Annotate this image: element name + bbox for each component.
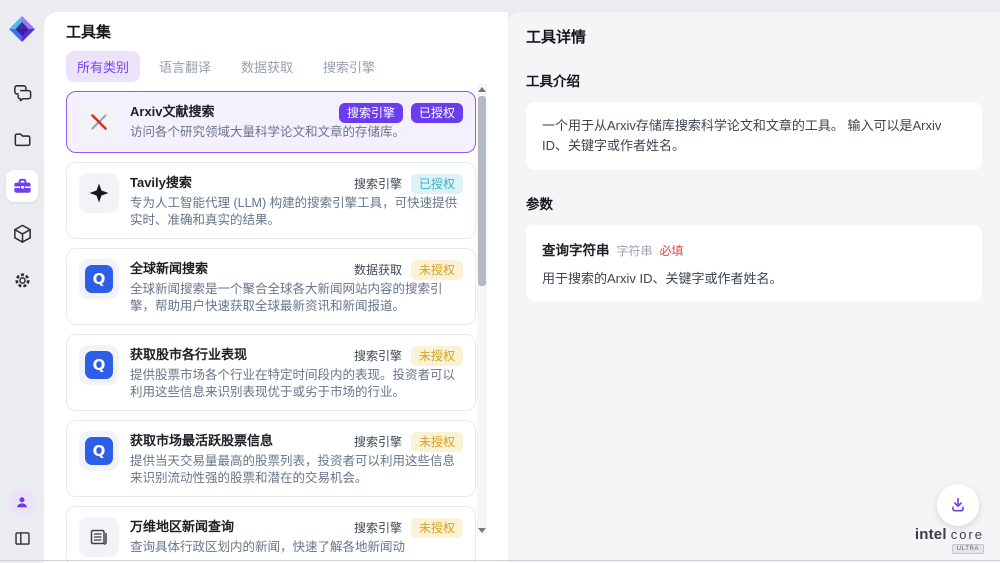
tool-description: 专为人工智能代理 (LLM) 构建的搜索引擎工具，可快速提供实时、准确和真实的结… (130, 195, 463, 228)
tool-description: 查询具体行政区划内的新闻，快速了解各地新闻动 (130, 539, 463, 556)
panel-toggle-icon (13, 529, 32, 548)
sidebar-item-files[interactable] (6, 123, 38, 155)
tab-data-fetch[interactable]: 数据获取 (230, 51, 304, 82)
param-type: 字符串 (617, 242, 653, 259)
tool-badges: 搜索引擎 已授权 (353, 174, 463, 194)
intel-wordmark: intel (915, 526, 947, 543)
params-heading: 参数 (526, 193, 982, 213)
sidebar-item-settings[interactable] (6, 264, 38, 296)
sidebar-item-packages[interactable] (6, 217, 38, 249)
scroll-up-arrow-icon[interactable] (478, 87, 486, 92)
detail-title: 工具详情 (526, 26, 982, 47)
tool-card-regional-news[interactable]: 万维地区新闻查询 查询具体行政区划内的新闻，快速了解各地新闻动 搜索引擎 未授权 (66, 506, 476, 563)
category-badge: 搜索引擎 (353, 432, 403, 452)
intro-card: 一个用于从Arxiv存储库搜索科学论文和文章的工具。 输入可以是Arxiv ID… (526, 102, 982, 170)
param-name: 查询字符串 (542, 239, 610, 259)
tool-badges: 搜索引擎 未授权 (353, 518, 463, 538)
tool-description: 提供当天交易量最高的股票列表，投资者可以利用这些信息来识别流动性强的股票和潜在的… (130, 453, 463, 486)
tool-card-most-active-stocks[interactable]: Q 获取市场最活跃股票信息 提供当天交易量最高的股票列表，投资者可以利用这些信息… (66, 420, 476, 497)
sidebar-item-toolbox[interactable] (6, 170, 38, 202)
param-card: 查询字符串 字符串 必填 用于搜索的Arxiv ID、关键字或作者姓名。 (526, 225, 982, 301)
q-search-icon: Q (79, 431, 119, 471)
q-search-icon: Q (79, 345, 119, 385)
arxiv-x-icon (79, 102, 119, 142)
tool-card-sector-performance[interactable]: Q 获取股市各行业表现 提供股票市场各个行业在特定时间段内的表现。投资者可以利用… (66, 334, 476, 411)
category-badge: 搜索引擎 (353, 174, 403, 194)
sidebar-nav (6, 76, 38, 296)
auth-status-badge: 未授权 (411, 346, 463, 366)
tool-badges: 数据获取 未授权 (353, 260, 463, 280)
intel-core-logo: intel core ultra (915, 526, 984, 554)
tool-list-panel: 工具集 所有类别 语言翻译 数据获取 搜索引擎 A (44, 12, 508, 563)
sidebar (0, 0, 44, 563)
auth-status-badge: 已授权 (411, 103, 463, 123)
sidebar-bottom (9, 489, 35, 551)
tool-detail-panel: 工具详情 工具介绍 一个用于从Arxiv存储库搜索科学论文和文章的工具。 输入可… (508, 12, 1000, 563)
download-icon (948, 495, 968, 515)
tool-card-global-news[interactable]: Q 全球新闻搜索 全球新闻搜索是一个聚合全球各大新闻网站内容的搜索引擎，帮助用户… (66, 248, 476, 325)
scroll-down-arrow-icon[interactable] (478, 528, 486, 533)
app-window: 工具集 所有类别 语言翻译 数据获取 搜索引擎 A (0, 0, 1000, 563)
intro-heading: 工具介绍 (526, 70, 982, 90)
param-required-flag: 必填 (660, 242, 684, 259)
intro-text: 一个用于从Arxiv存储库搜索科学论文和文章的工具。 输入可以是Arxiv ID… (542, 116, 966, 156)
tool-description: 提供股票市场各个行业在特定时间段内的表现。投资者可以利用这些信息来识别表现优于或… (130, 367, 463, 400)
window-bottom-edge (0, 560, 1000, 561)
category-badge: 数据获取 (353, 260, 403, 280)
category-badge: 搜索引擎 (353, 346, 403, 366)
ultra-badge: ultra (952, 544, 984, 554)
category-badge: 搜索引擎 (353, 518, 403, 538)
download-button[interactable] (937, 484, 979, 526)
tool-description: 访问各个研究领域大量科学论文和文章的存储库。 (130, 124, 463, 141)
chat-icon (12, 82, 33, 103)
auth-status-badge: 未授权 (411, 518, 463, 538)
tab-all-categories[interactable]: 所有类别 (66, 51, 140, 82)
tab-language-translation[interactable]: 语言翻译 (148, 51, 222, 82)
tool-description: 全球新闻搜索是一个聚合全球各大新闻网站内容的搜索引擎，帮助用户快速获取全球最新资… (130, 281, 463, 314)
q-search-icon: Q (79, 259, 119, 299)
tool-badges: 搜索引擎 未授权 (353, 432, 463, 452)
toolbox-icon (12, 176, 33, 197)
param-description: 用于搜索的Arxiv ID、关键字或作者姓名。 (542, 268, 966, 287)
tool-card-list: Arxiv文献搜索 访问各个研究领域大量科学论文和文章的存储库。 搜索引擎 已授… (66, 91, 476, 563)
tab-search-engine[interactable]: 搜索引擎 (312, 51, 386, 82)
tool-card-arxiv[interactable]: Arxiv文献搜索 访问各个研究领域大量科学论文和文章的存储库。 搜索引擎 已授… (66, 91, 476, 153)
folder-icon (12, 129, 33, 150)
sidebar-item-chat[interactable] (6, 76, 38, 108)
auth-status-badge: 已授权 (411, 174, 463, 194)
auth-status-badge: 未授权 (411, 432, 463, 452)
user-avatar-icon (13, 493, 31, 511)
app-logo-icon (7, 14, 37, 44)
list-scrollbar[interactable] (477, 84, 487, 536)
tool-badges: 搜索引擎 已授权 (339, 103, 463, 123)
page-title: 工具集 (66, 24, 508, 41)
tool-card-tavily[interactable]: Tavily搜索 专为人工智能代理 (LLM) 构建的搜索引擎工具，可快速提供实… (66, 162, 476, 239)
user-avatar[interactable] (9, 489, 35, 515)
category-badge: 搜索引擎 (339, 103, 403, 123)
settings-gear-icon (12, 270, 33, 291)
category-tabs: 所有类别 语言翻译 数据获取 搜索引擎 (66, 51, 508, 82)
param-head: 查询字符串 字符串 必填 (542, 239, 966, 259)
tavily-star-icon (79, 173, 119, 213)
auth-status-badge: 未授权 (411, 260, 463, 280)
scrollbar-thumb[interactable] (478, 96, 486, 286)
core-wordmark: core (951, 527, 984, 542)
panel-toggle-button[interactable] (9, 525, 35, 551)
newspaper-icon (79, 517, 119, 557)
tool-badges: 搜索引擎 未授权 (353, 346, 463, 366)
cube-icon (12, 223, 33, 244)
